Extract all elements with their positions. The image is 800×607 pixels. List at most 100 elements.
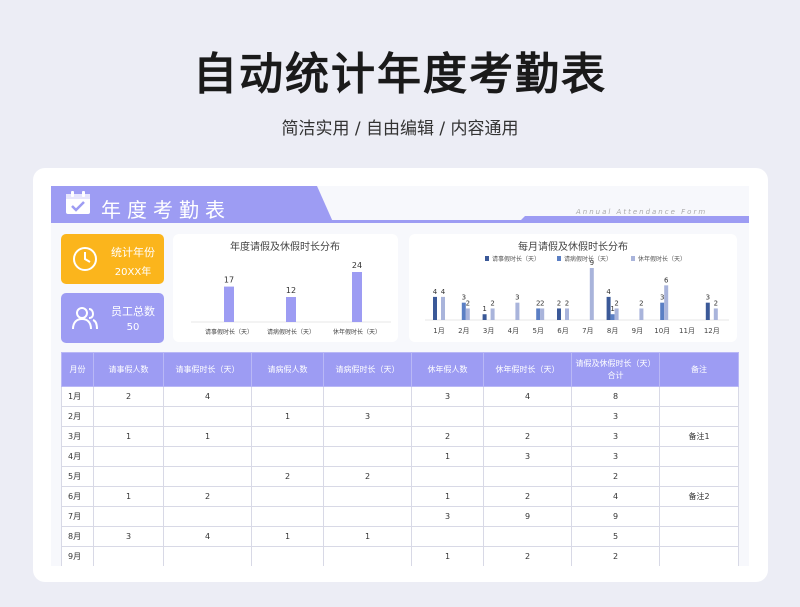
table-cell[interactable]: [163, 446, 252, 467]
table-cell[interactable]: 1: [323, 526, 412, 547]
table-cell[interactable]: [251, 386, 324, 407]
bar: [589, 268, 594, 320]
table-month-cell[interactable]: 3月: [61, 426, 94, 447]
table-cell[interactable]: 3: [323, 406, 412, 427]
table-cell[interactable]: [659, 386, 739, 407]
table-cell[interactable]: 1: [93, 426, 164, 447]
table-cell[interactable]: [659, 446, 739, 467]
table-cell[interactable]: 2: [483, 486, 572, 507]
table-cell[interactable]: 4: [163, 526, 252, 547]
table-month-cell[interactable]: 8月: [61, 526, 94, 547]
table-cell[interactable]: 2: [251, 466, 324, 487]
table-row: 5月 2 2 2: [61, 466, 739, 487]
table-cell[interactable]: [411, 526, 484, 547]
table-header-cell: 请病假时长（天）: [323, 352, 412, 387]
table-cell[interactable]: [323, 446, 412, 467]
table-cell[interactable]: 4: [571, 486, 660, 507]
table-cell[interactable]: 1: [411, 446, 484, 467]
data-label: 2: [557, 299, 561, 307]
bar: [482, 314, 487, 320]
table-row: 3月 1 1 2 2 3 备注1: [61, 426, 739, 447]
table-cell[interactable]: 3: [483, 446, 572, 467]
table-cell[interactable]: 3: [93, 526, 164, 547]
table-cell[interactable]: 1: [93, 486, 164, 507]
table-cell[interactable]: 2: [411, 426, 484, 447]
table-header-cell: 休年假人数: [411, 352, 484, 387]
table-cell[interactable]: [163, 406, 252, 427]
table-cell[interactable]: 2: [571, 466, 660, 487]
table-cell[interactable]: 3: [571, 446, 660, 467]
table-cell[interactable]: 5: [571, 526, 660, 547]
bar: [515, 302, 520, 320]
table-cell[interactable]: [323, 386, 412, 407]
data-label: 3: [515, 294, 519, 302]
table-cell[interactable]: 备注1: [659, 426, 739, 447]
stat-employees-box: 员工总数 50: [61, 293, 164, 343]
tick-label: 7月: [582, 327, 593, 335]
table-month-cell[interactable]: 1月: [61, 386, 94, 407]
table-cell[interactable]: 2: [483, 546, 572, 566]
table-cell[interactable]: [251, 446, 324, 467]
table-cell[interactable]: 9: [571, 506, 660, 527]
bar: [536, 308, 541, 320]
table-cell[interactable]: 1: [251, 406, 324, 427]
table-cell[interactable]: 1: [251, 526, 324, 547]
table-month-cell[interactable]: 7月: [61, 506, 94, 527]
table-cell[interactable]: 3: [571, 406, 660, 427]
table-cell[interactable]: [163, 466, 252, 487]
table-cell[interactable]: [483, 466, 572, 487]
table-header-cell: 请病假人数: [251, 352, 324, 387]
table-cell[interactable]: [323, 486, 412, 507]
table-cell[interactable]: [251, 426, 324, 447]
bar: [352, 272, 362, 322]
table-cell[interactable]: 3: [411, 386, 484, 407]
table-cell[interactable]: [323, 546, 412, 566]
table-cell[interactable]: 2: [483, 426, 572, 447]
chart-annual-leave: 年度请假及休假时长分布 17 请事假时长（天） 12 请病假时长（天） 24 休年假时长（天…: [173, 234, 398, 342]
table-month-cell[interactable]: 4月: [61, 446, 94, 467]
table-cell[interactable]: [659, 506, 739, 527]
table-cell[interactable]: [323, 426, 412, 447]
table-cell[interactable]: [411, 406, 484, 427]
table-month-cell[interactable]: 5月: [61, 466, 94, 487]
data-label: 17: [224, 276, 234, 285]
table-cell[interactable]: [93, 446, 164, 467]
chart-annual-leave-svg: 年度请假及休假时长分布 17 请事假时长（天） 12 请病假时长（天） 24 休年假时长（天…: [191, 240, 391, 336]
table-cell[interactable]: [411, 466, 484, 487]
table-cell[interactable]: [93, 466, 164, 487]
table-cell[interactable]: 4: [163, 386, 252, 407]
users-icon: [72, 307, 98, 330]
table-cell[interactable]: [659, 466, 739, 487]
table-cell[interactable]: 2: [323, 466, 412, 487]
table-cell[interactable]: [323, 506, 412, 527]
table-cell[interactable]: 2: [571, 546, 660, 566]
table-cell[interactable]: [93, 546, 164, 566]
table-cell[interactable]: [251, 486, 324, 507]
table-cell[interactable]: [93, 506, 164, 527]
table-cell[interactable]: [163, 506, 252, 527]
table-cell[interactable]: [659, 546, 739, 566]
table-cell[interactable]: 4: [483, 386, 572, 407]
table-cell[interactable]: 备注2: [659, 486, 739, 507]
table-cell[interactable]: [93, 406, 164, 427]
table-cell[interactable]: 1: [411, 486, 484, 507]
table-cell[interactable]: [483, 526, 572, 547]
table-cell[interactable]: 2: [163, 486, 252, 507]
table-cell[interactable]: [659, 406, 739, 427]
table-cell[interactable]: [163, 546, 252, 566]
table-cell[interactable]: [251, 546, 324, 566]
table-month-cell[interactable]: 6月: [61, 486, 94, 507]
table-month-cell[interactable]: 2月: [61, 406, 94, 427]
data-label: 9: [590, 259, 594, 267]
table-cell[interactable]: [659, 526, 739, 547]
table-month-cell[interactable]: 9月: [61, 546, 94, 566]
table-cell[interactable]: 8: [571, 386, 660, 407]
table-cell[interactable]: 3: [571, 426, 660, 447]
table-cell[interactable]: 1: [411, 546, 484, 566]
table-cell[interactable]: 1: [163, 426, 252, 447]
table-cell[interactable]: 3: [411, 506, 484, 527]
table-cell[interactable]: 2: [93, 386, 164, 407]
table-cell[interactable]: [483, 406, 572, 427]
table-cell[interactable]: [251, 506, 324, 527]
table-cell[interactable]: 9: [483, 506, 572, 527]
